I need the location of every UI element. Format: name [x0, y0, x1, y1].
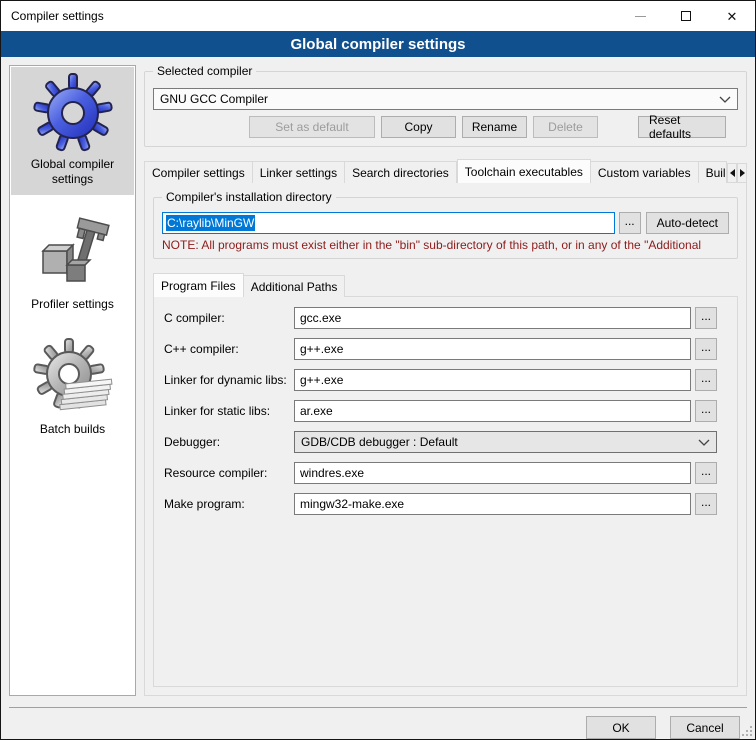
page-title: Global compiler settings: [1, 31, 755, 57]
c-compiler-input[interactable]: [294, 307, 691, 329]
dialog-footer: OK Cancel: [9, 708, 747, 739]
resource-compiler-input[interactable]: [294, 462, 691, 484]
debugger-value: GDB/CDB debugger : Default: [301, 435, 698, 449]
reset-defaults-button[interactable]: Reset defaults: [638, 116, 726, 138]
resource-compiler-row: Resource compiler: ...: [164, 462, 717, 484]
bin-subdirectory-note: NOTE: All programs must exist either in …: [162, 238, 729, 252]
triangle-right-icon: [740, 169, 745, 177]
rename-button[interactable]: Rename: [462, 116, 527, 138]
c-compiler-browse-button[interactable]: ...: [695, 307, 717, 329]
linker-static-input[interactable]: [294, 400, 691, 422]
installation-directory-group: Compiler's installation directory C:\ray…: [153, 197, 738, 259]
cpp-compiler-label: C++ compiler:: [164, 342, 294, 356]
program-files-page: C compiler: ... C++ compiler: ... Linker…: [153, 296, 738, 687]
sidebar-item-label: Batch builds: [40, 422, 105, 437]
blue-gear-icon: [33, 73, 113, 153]
make-program-row: Make program: ...: [164, 493, 717, 515]
toolchain-executables-page: Compiler's installation directory C:\ray…: [144, 182, 747, 696]
close-icon: ✕: [727, 10, 738, 23]
installation-directory-browse-button[interactable]: ...: [619, 212, 641, 234]
set-as-default-button[interactable]: Set as default: [249, 116, 375, 138]
c-compiler-row: C compiler: ...: [164, 307, 717, 329]
selected-compiler-value: GNU GCC Compiler: [160, 92, 719, 106]
auto-detect-button[interactable]: Auto-detect: [646, 212, 729, 234]
linker-dynamic-input[interactable]: [294, 369, 691, 391]
installation-directory-group-label: Compiler's installation directory: [162, 190, 336, 204]
tab-scroll-right-button[interactable]: [737, 163, 747, 183]
maximize-button[interactable]: [663, 1, 709, 31]
linker-static-row: Linker for static libs: ...: [164, 400, 717, 422]
sidebar-item-profiler-settings[interactable]: Profiler settings: [11, 207, 134, 320]
maximize-icon: [681, 11, 691, 21]
linker-static-browse-button[interactable]: ...: [695, 400, 717, 422]
sidebar-item-batch-builds[interactable]: Batch builds: [11, 332, 134, 445]
compiler-settings-dialog: Compiler settings ✕ Global compiler sett…: [0, 0, 756, 740]
minimize-button[interactable]: [617, 1, 663, 31]
sidebar-item-label: Global compiler settings: [15, 157, 130, 187]
ok-button[interactable]: OK: [586, 716, 656, 739]
c-compiler-label: C compiler:: [164, 311, 294, 325]
delete-button[interactable]: Delete: [533, 116, 598, 138]
selected-compiler-group: Selected compiler GNU GCC Compiler Set a…: [144, 71, 747, 147]
cpp-compiler-row: C++ compiler: ...: [164, 338, 717, 360]
sidebar-item-label: Profiler settings: [31, 297, 114, 312]
tab-toolchain-executables[interactable]: Toolchain executables: [457, 159, 591, 183]
linker-static-label: Linker for static libs:: [164, 404, 294, 418]
selected-compiler-group-label: Selected compiler: [153, 64, 256, 78]
resource-compiler-browse-button[interactable]: ...: [695, 462, 717, 484]
resource-compiler-label: Resource compiler:: [164, 466, 294, 480]
tab-compiler-settings[interactable]: Compiler settings: [144, 161, 253, 183]
close-button[interactable]: ✕: [709, 1, 755, 31]
tab-build-options[interactable]: Build options: [699, 161, 728, 183]
sidebar-item-global-compiler-settings[interactable]: Global compiler settings: [11, 67, 134, 195]
tab-linker-settings[interactable]: Linker settings: [253, 161, 345, 183]
make-program-input[interactable]: [294, 493, 691, 515]
titlebar: Compiler settings ✕: [1, 1, 755, 31]
cancel-button[interactable]: Cancel: [670, 716, 740, 739]
resize-grip[interactable]: [742, 726, 752, 736]
linker-dynamic-row: Linker for dynamic libs: ...: [164, 369, 717, 391]
tab-search-directories[interactable]: Search directories: [345, 161, 457, 183]
tab-custom-variables[interactable]: Custom variables: [591, 161, 699, 183]
chevron-down-icon: [698, 439, 710, 446]
debugger-label: Debugger:: [164, 435, 294, 449]
gray-gear-stack-icon: [33, 338, 113, 418]
settings-tab-bar: Compiler settings Linker settings Search…: [144, 159, 747, 183]
copy-button[interactable]: Copy: [381, 116, 456, 138]
linker-dynamic-label: Linker for dynamic libs:: [164, 373, 294, 387]
tab-scroll-left-button[interactable]: [727, 163, 737, 183]
installation-directory-input[interactable]: C:\raylib\MinGW: [162, 212, 615, 234]
debugger-dropdown[interactable]: GDB/CDB debugger : Default: [294, 431, 717, 453]
program-files-tab-bar: Program Files Additional Paths: [153, 273, 738, 297]
debugger-row: Debugger: GDB/CDB debugger : Default: [164, 431, 717, 453]
selected-compiler-dropdown[interactable]: GNU GCC Compiler: [153, 88, 738, 110]
tab-program-files[interactable]: Program Files: [153, 273, 244, 297]
chevron-down-icon: [719, 96, 731, 103]
linker-dynamic-browse-button[interactable]: ...: [695, 369, 717, 391]
make-program-label: Make program:: [164, 497, 294, 511]
cpp-compiler-input[interactable]: [294, 338, 691, 360]
installation-directory-value: C:\raylib\MinGW: [166, 215, 255, 231]
caliper-blocks-icon: [33, 213, 113, 293]
window-title: Compiler settings: [1, 9, 617, 23]
settings-category-sidebar: Global compiler settings: [9, 65, 136, 696]
minimize-icon: [635, 16, 646, 17]
make-program-browse-button[interactable]: ...: [695, 493, 717, 515]
tab-additional-paths[interactable]: Additional Paths: [244, 275, 346, 297]
triangle-left-icon: [730, 169, 735, 177]
cpp-compiler-browse-button[interactable]: ...: [695, 338, 717, 360]
